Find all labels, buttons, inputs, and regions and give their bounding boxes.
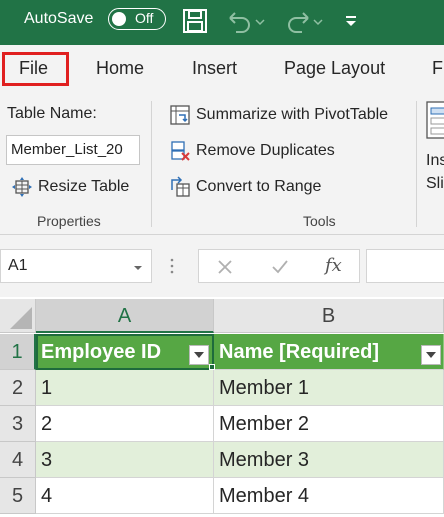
select-all-corner[interactable] bbox=[0, 299, 36, 333]
filter-dropdown-name[interactable] bbox=[421, 345, 441, 365]
tab-insert[interactable]: Insert bbox=[192, 58, 237, 79]
convert-to-range-label: Convert to Range bbox=[196, 178, 322, 195]
formula-buttons: fx bbox=[198, 249, 360, 283]
row-header-2[interactable]: 2 bbox=[0, 370, 36, 406]
summarize-pivottable-label: Summarize with PivotTable bbox=[196, 106, 389, 123]
table-header-employee-id[interactable]: Employee ID bbox=[36, 334, 214, 370]
resize-table-icon bbox=[10, 175, 34, 199]
ribbon-tabs: File Home Insert Page Layout F bbox=[0, 45, 444, 95]
tab-formulas-partial[interactable]: F bbox=[432, 58, 443, 79]
customize-quick-access-icon[interactable] bbox=[344, 6, 358, 36]
row-header-3[interactable]: 3 bbox=[0, 406, 36, 442]
ribbon-divider bbox=[151, 101, 152, 227]
cell-b2[interactable]: Member 1 bbox=[214, 370, 444, 406]
insert-slicer-label-line1: Ins bbox=[426, 152, 444, 169]
autosave-label: AutoSave bbox=[24, 10, 94, 27]
name-box-value: A1 bbox=[8, 257, 28, 274]
remove-duplicates-label: Remove Duplicates bbox=[196, 142, 335, 159]
tab-page-layout[interactable]: Page Layout bbox=[284, 58, 385, 79]
ribbon-table-design: Table Name: Member_List_20 Resize Table … bbox=[0, 95, 444, 235]
cell-b3[interactable]: Member 2 bbox=[214, 406, 444, 442]
cell-a4[interactable]: 3 bbox=[36, 442, 214, 478]
pivottable-icon bbox=[168, 103, 192, 127]
header-label-name: Name [Required] bbox=[219, 341, 380, 363]
resize-table-label: Resize Table bbox=[38, 178, 130, 195]
cancel-icon[interactable] bbox=[217, 259, 233, 275]
cell-b4[interactable]: Member 3 bbox=[214, 442, 444, 478]
remove-duplicates-icon bbox=[168, 139, 192, 163]
tab-file[interactable]: File bbox=[19, 58, 48, 79]
table-name-label: Table Name: bbox=[7, 105, 97, 122]
row-header-1[interactable]: 1 bbox=[0, 334, 36, 370]
column-header-b[interactable]: B bbox=[214, 299, 444, 333]
insert-function-icon[interactable]: fx bbox=[325, 255, 342, 276]
column-header-a[interactable]: A bbox=[36, 299, 214, 333]
worksheet-grid: A B 1 Employee ID Name [Required] 2 1 Me… bbox=[0, 297, 444, 517]
cell-a5[interactable]: 4 bbox=[36, 478, 214, 514]
summarize-pivottable-button[interactable]: Summarize with PivotTable bbox=[168, 102, 388, 128]
redo-icon[interactable] bbox=[282, 6, 324, 36]
save-icon[interactable] bbox=[182, 6, 208, 36]
convert-to-range-icon bbox=[168, 175, 192, 199]
table-header-name[interactable]: Name [Required] bbox=[214, 334, 444, 370]
header-label-employee-id: Employee ID bbox=[41, 341, 162, 363]
convert-to-range-button[interactable]: Convert to Range bbox=[168, 174, 321, 200]
formula-bar: A1 fx bbox=[0, 235, 444, 297]
table-name-input[interactable]: Member_List_20 bbox=[6, 135, 140, 165]
name-box[interactable]: A1 bbox=[0, 249, 152, 283]
formula-input[interactable] bbox=[366, 249, 444, 283]
splitter-dots-icon[interactable] bbox=[170, 257, 174, 275]
row-header-4[interactable]: 4 bbox=[0, 442, 36, 478]
toggle-knob bbox=[112, 12, 126, 26]
row-header-5[interactable]: 5 bbox=[0, 478, 36, 514]
ribbon-divider-2 bbox=[416, 101, 417, 227]
chevron-down-icon[interactable] bbox=[133, 264, 143, 272]
resize-table-button[interactable]: Resize Table bbox=[10, 174, 129, 200]
undo-icon[interactable] bbox=[224, 6, 266, 36]
autosave-state: Off bbox=[135, 10, 154, 26]
autosave-toggle[interactable]: Off bbox=[108, 8, 166, 30]
properties-group-label: Properties bbox=[37, 213, 101, 229]
insert-slicer-icon[interactable] bbox=[426, 101, 444, 146]
cell-a2[interactable]: 1 bbox=[36, 370, 214, 406]
tab-home[interactable]: Home bbox=[96, 58, 144, 79]
cell-b5[interactable]: Member 4 bbox=[214, 478, 444, 514]
insert-slicer-label-line2: Sli bbox=[426, 175, 444, 192]
remove-duplicates-button[interactable]: Remove Duplicates bbox=[168, 138, 335, 164]
filter-dropdown-employee-id[interactable] bbox=[189, 345, 209, 365]
enter-check-icon[interactable] bbox=[271, 259, 289, 275]
cell-a3[interactable]: 2 bbox=[36, 406, 214, 442]
title-bar: AutoSave Off bbox=[0, 0, 444, 45]
tools-group-label: Tools bbox=[303, 213, 336, 229]
